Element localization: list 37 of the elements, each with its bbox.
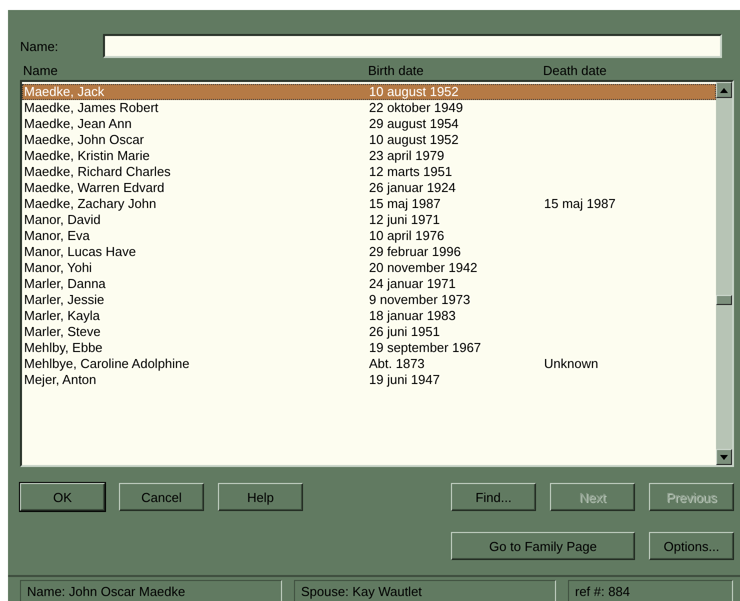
scroll-thumb[interactable] — [716, 295, 732, 305]
list-row[interactable]: Manor, David 12 juni 1971 — [22, 212, 716, 228]
list-row[interactable]: Manor, Lucas Have 29 februar 1996 — [22, 244, 716, 260]
dialog-button[interactable]: Find... — [451, 483, 536, 511]
list-row[interactable]: Maedke, Kristin Marie 23 april 1979 — [22, 148, 716, 164]
list-row[interactable]: Manor, Yohi 20 november 1942 — [22, 260, 716, 276]
dialog-button[interactable]: OK — [20, 483, 105, 511]
dialog-button[interactable]: Go to Family Page — [451, 532, 635, 560]
list-row[interactable]: Mehlbye, Caroline Adolphine Abt. 1873 Unknown — [22, 356, 716, 372]
dialog-button[interactable]: Options... — [649, 532, 734, 560]
status-panel: Name: John Oscar Maedke — [20, 580, 282, 601]
birth-date-column-header[interactable]: Birth date — [368, 63, 424, 78]
list-row[interactable]: Marler, Danna 24 januar 1971 — [22, 276, 716, 292]
list-row[interactable]: Maedke, Jack 10 august 1952 — [22, 84, 716, 100]
status-panel: Spouse: Kay Wautlet — [294, 580, 556, 601]
list-row[interactable]: Maedke, Richard Charles 12 marts 1951 — [22, 164, 716, 180]
death-date-column-header[interactable]: Death date — [543, 63, 607, 78]
list-row[interactable]: Maedke, Warren Edvard 26 januar 1924 — [22, 180, 716, 196]
dialog-button[interactable]: Cancel — [119, 483, 204, 511]
list-row[interactable]: Mejer, Anton 19 juni 1947 — [22, 372, 716, 388]
name-label: Name: — [20, 38, 60, 54]
list-row[interactable]: Marler, Jessie 9 november 1973 — [22, 292, 716, 308]
list-row[interactable]: Maedke, John Oscar 10 august 1952 — [22, 132, 716, 148]
name-column-header[interactable]: Name — [23, 63, 58, 78]
scroll-up-icon[interactable] — [716, 82, 732, 98]
name-input-field[interactable] — [103, 34, 722, 58]
list-row[interactable]: Mehlby, Ebbe 19 september 1967 — [22, 340, 716, 356]
list-row[interactable]: Maedke, James Robert 22 oktober 1949 — [22, 100, 716, 116]
scrollbar[interactable] — [716, 82, 732, 465]
list-row[interactable]: Maedke, Zachary John 15 maj 1987 15 maj 1987 — [22, 196, 716, 212]
scroll-down-icon[interactable] — [716, 449, 732, 465]
list-row[interactable]: Marler, Kayla 18 januar 1983 — [22, 308, 716, 324]
status-panel: ref #: 884 — [568, 580, 733, 601]
list-row[interactable]: Manor, Eva 10 april 1976 — [22, 228, 716, 244]
list-row[interactable]: Maedke, Jean Ann 29 august 1954 — [22, 116, 716, 132]
dialog-button[interactable]: Help — [218, 483, 303, 511]
list-row[interactable]: Marler, Steve 26 juni 1951 — [22, 324, 716, 340]
